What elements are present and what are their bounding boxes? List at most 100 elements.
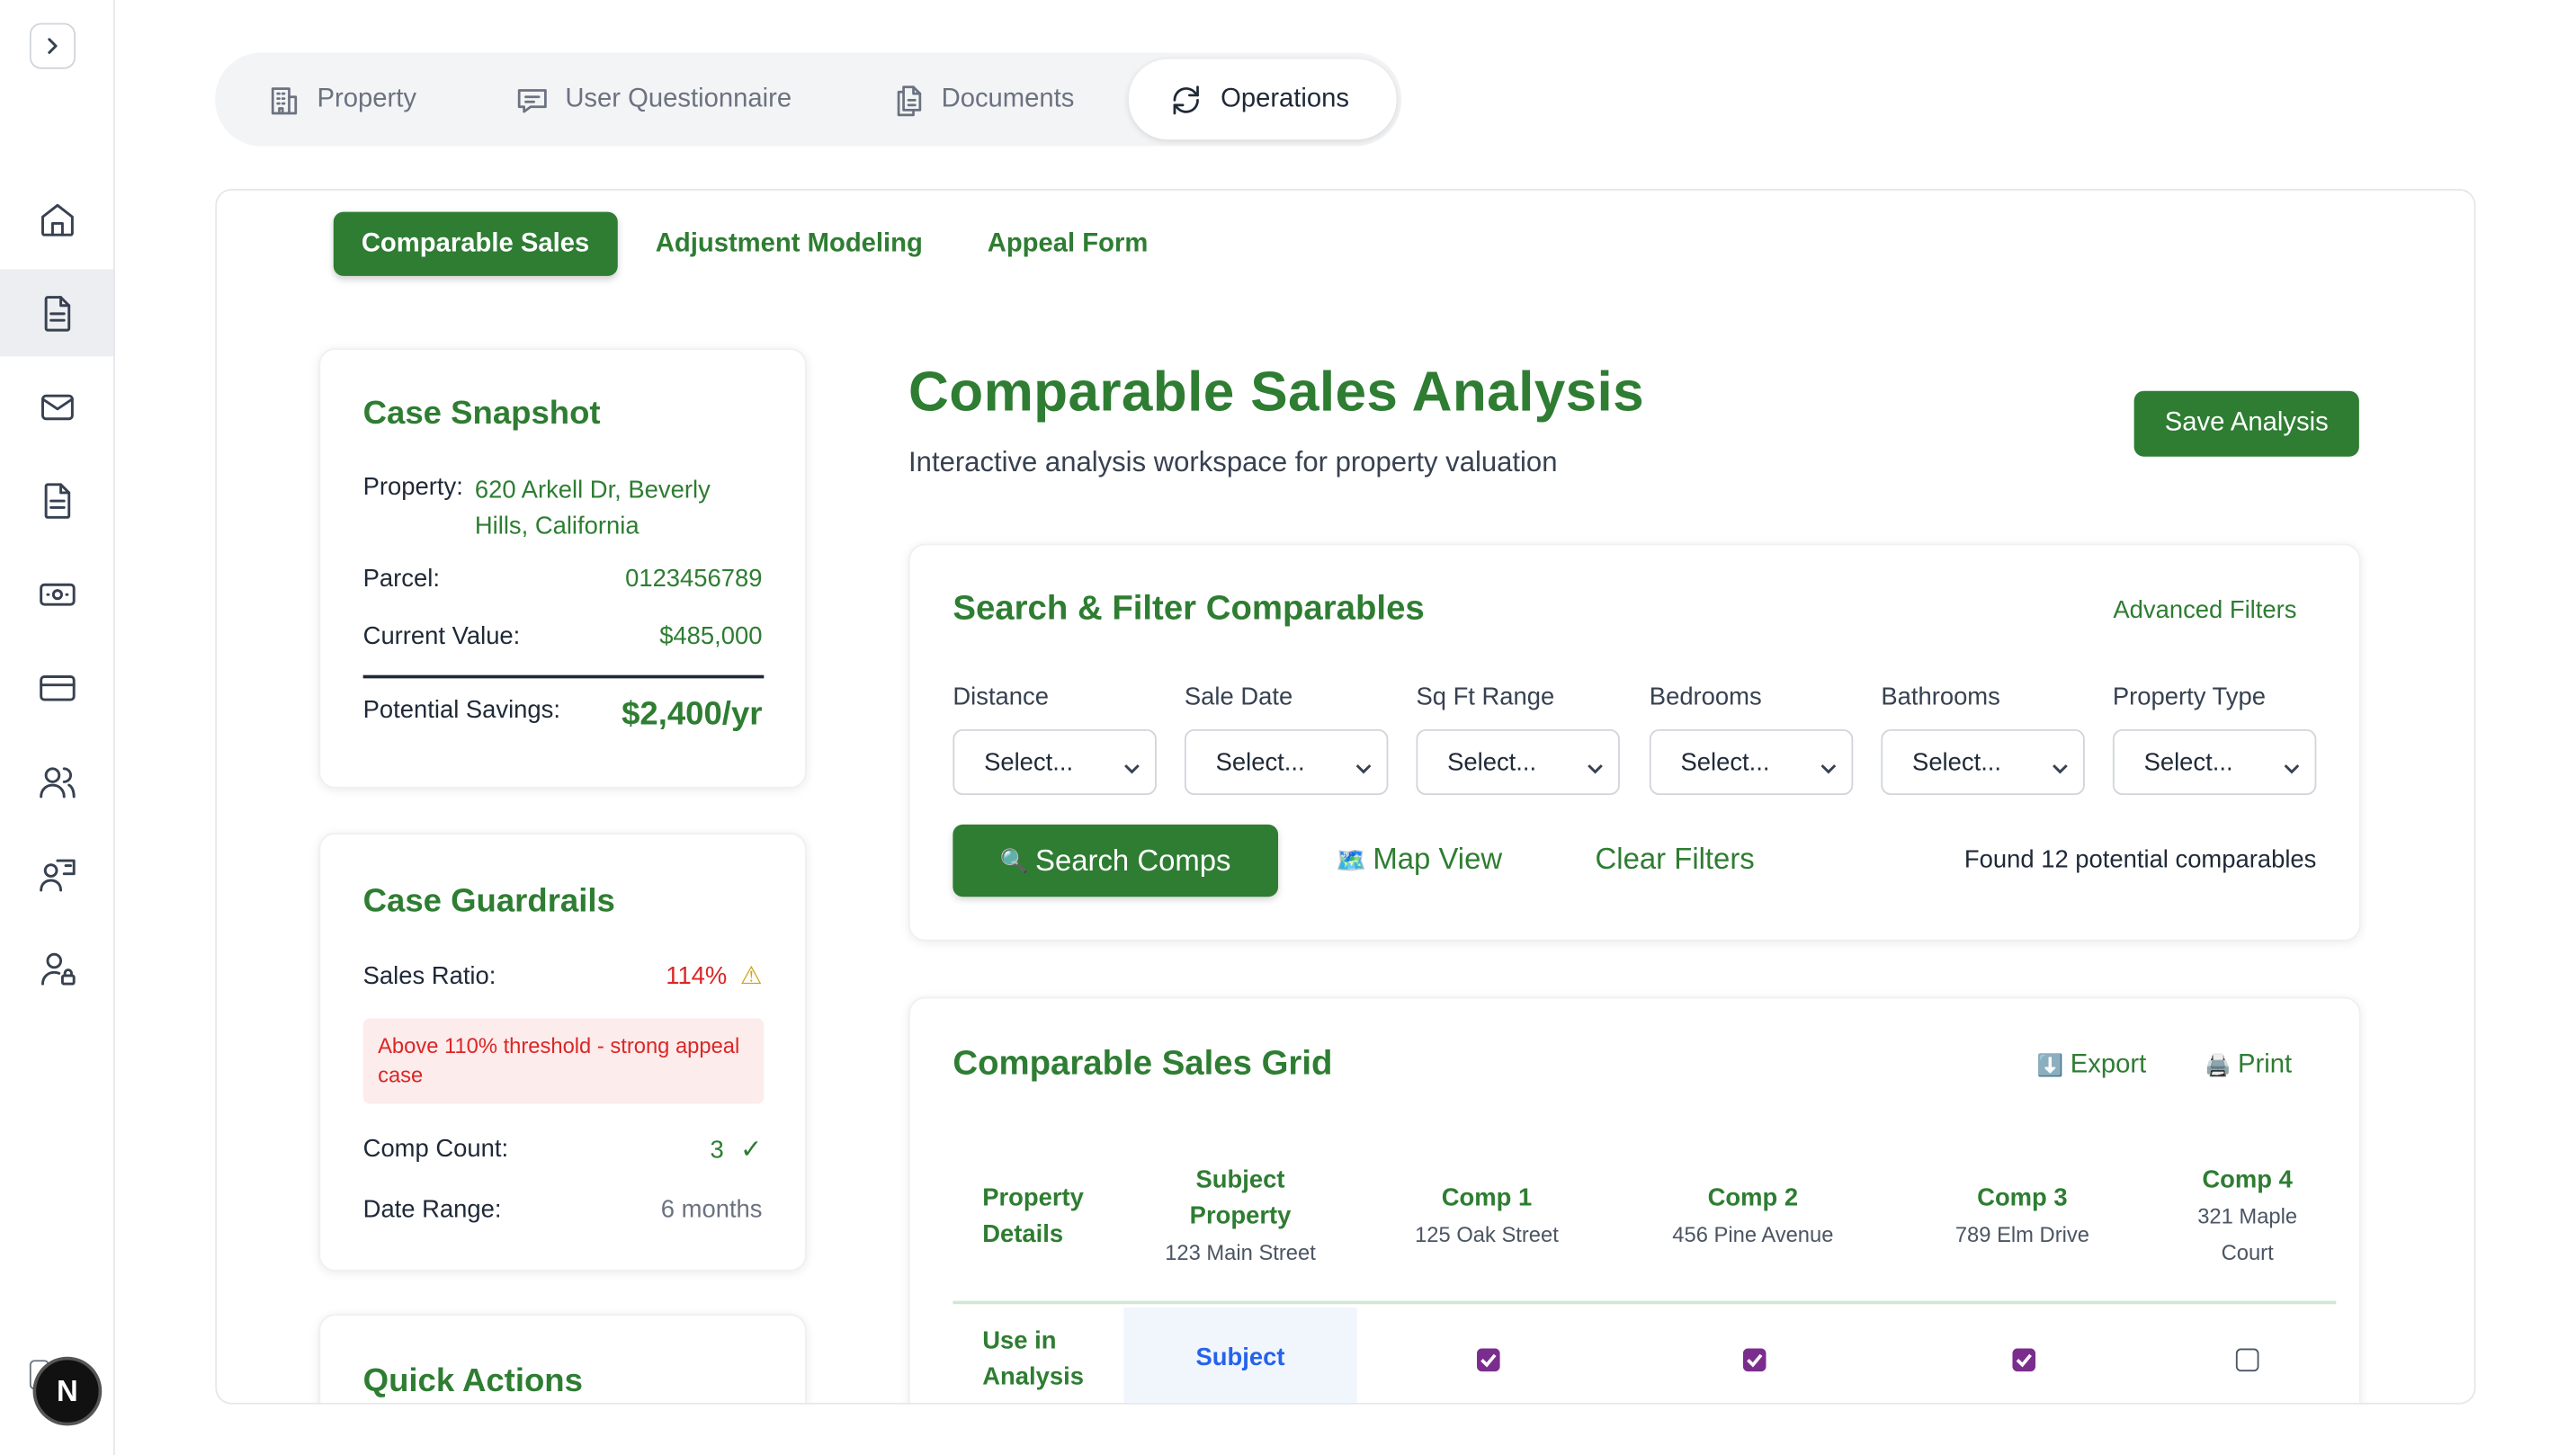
sales-ratio-label: Sales Ratio: [362,962,496,991]
chevron-down-icon [2282,755,2302,783]
column-property-details: Property Details [982,1183,1084,1249]
subtab-comparable-sales-label: Comparable Sales [361,228,590,257]
distance-select[interactable]: Select... [953,728,1157,796]
comp-2-checkbox[interactable] [1742,1348,1767,1372]
column-comp-3-address: 789 Elm Drive [1954,1221,2089,1247]
case-snapshot-panel: Case Snapshot Property: 620 Arkell Dr, B… [318,348,807,789]
sidebar-item-users[interactable] [0,737,113,825]
bathrooms-select[interactable]: Select... [1881,728,2085,796]
sidebar-item-home[interactable] [0,175,113,263]
print-label: Print [2238,1050,2293,1080]
comp-1-checkbox[interactable] [1477,1348,1500,1372]
tab-property[interactable]: Property [245,59,439,139]
sidebar-item-user-lock[interactable] [0,924,113,1012]
building-icon [271,86,298,114]
column-comp-1-title: Comp 1 [1441,1183,1533,1212]
grid-header-divider [953,1300,2337,1305]
tab-documents-label: Documents [941,85,1075,113]
property-type-select[interactable]: Select... [2112,728,2317,796]
comp-3-checkbox[interactable] [2012,1348,2036,1372]
current-value-label: Current Value: [362,622,521,651]
bedrooms-select[interactable]: Select... [1649,728,1854,796]
bathrooms-label: Bathrooms [1881,683,2000,711]
print-icon: 🖨️ [2205,1052,2232,1078]
map-view-button[interactable]: 🗺️ Map View [1336,843,1502,877]
date-range-value: 6 months [660,1195,763,1224]
comp-4-checkbox[interactable] [2235,1348,2259,1372]
column-comp-2-title: Comp 2 [1707,1183,1799,1212]
avatar[interactable]: N [32,1356,103,1426]
sidebar-item-document[interactable] [0,269,114,357]
sales-ratio-value: 114% [666,961,728,990]
property-value: 620 Arkell Dr, Beverly Hills, California [474,476,711,540]
distance-label: Distance [953,683,1049,711]
sidebar-item-file[interactable] [0,457,113,544]
grid-title: Comparable Sales Grid [953,1044,1333,1083]
mail-icon [40,393,73,420]
export-icon: ⬇️ [2036,1052,2064,1078]
user-lock-icon [40,951,75,985]
column-subject-title: Subject Property [1189,1165,1292,1231]
map-view-label: Map View [1373,842,1503,876]
chevron-down-icon [1354,755,1373,783]
card-icon [39,674,75,701]
threshold-alert-text: Above 110% threshold - strong appeal cas… [378,1032,740,1088]
property-type-label: Property Type [2112,683,2266,711]
sqft-range-select[interactable]: Select... [1416,728,1620,796]
check-icon: ✓ [740,1136,763,1165]
search-filter-panel: Search & Filter Comparables Advanced Fil… [908,543,2361,942]
search-comps-button[interactable]: 🔍 Search Comps [953,824,1279,897]
column-comp-4: Comp 4 321 Maple Court [2182,1163,2313,1272]
sale-date-label: Sale Date [1184,683,1293,711]
chevron-right-icon [48,38,58,54]
tab-user-questionnaire[interactable]: User Questionnaire [493,59,815,139]
search-filter-title: Search & Filter Comparables [953,589,1425,628]
chat-icon [517,88,547,112]
clear-filters-button[interactable]: Clear Filters [1596,843,1755,877]
subject-cell: Subject [1123,1307,1357,1403]
date-range-label: Date Range: [362,1195,502,1224]
sidebar: N [0,0,115,1455]
tab-documents[interactable]: Documents [869,59,1097,139]
bedrooms-label: Bedrooms [1649,683,1762,711]
subject-cell-text: Subject [1195,1343,1285,1372]
sidebar-toggle-button[interactable] [29,22,76,69]
advanced-filters-link[interactable]: Advanced Filters [2113,596,2296,624]
sale-date-select[interactable]: Select... [1184,728,1389,796]
export-button[interactable]: ⬇️ Export [2037,1051,2146,1081]
tab-operations-label: Operations [1221,85,1350,113]
sidebar-item-card[interactable] [0,644,113,731]
tab-property-label: Property [317,85,416,113]
column-comp-3: Comp 3 789 Elm Drive [1906,1181,2139,1253]
column-comp-2-address: 456 Pine Avenue [1672,1221,1834,1247]
case-guardrails-title: Case Guardrails [362,883,615,920]
sqft-range-label: Sq Ft Range [1416,683,1555,711]
export-label: Export [2070,1050,2147,1080]
case-snapshot-title: Case Snapshot [362,396,601,433]
print-button[interactable]: 🖨️ Print [2205,1051,2292,1081]
top-tab-bar: Property User Questionnaire Documents Op… [215,52,1402,147]
refresh-icon [1173,85,1199,114]
chevron-down-icon [1122,755,1141,783]
clear-filters-label: Clear Filters [1595,842,1755,876]
tab-operations[interactable]: Operations [1128,58,1397,140]
subtab-adjustment-modeling[interactable]: Adjustment Modeling [628,212,951,276]
presenter-icon [39,858,75,891]
column-comp-4-title: Comp 4 [2202,1165,2293,1194]
sidebar-item-presenter[interactable] [0,831,113,918]
divider [362,674,765,679]
sidebar-item-money[interactable] [0,550,113,638]
quick-actions-panel: Quick Actions [318,1314,807,1403]
distance-select-value: Select... [984,747,1074,777]
subtab-appeal-form[interactable]: Appeal Form [960,212,1176,276]
column-subject-property: Subject Property 123 Main Street [1123,1163,1356,1272]
column-comp-1-address: 125 Oak Street [1415,1221,1559,1247]
subtab-comparable-sales[interactable]: Comparable Sales [333,211,618,276]
sidebar-item-mail[interactable] [0,363,113,451]
current-value: $485,000 [659,622,763,651]
save-analysis-button[interactable]: Save Analysis [2133,390,2359,457]
file-icon [43,482,70,518]
chevron-down-icon [1586,755,1606,783]
savings-value: $2,400/yr [622,696,763,733]
column-comp-4-address: 321 Maple Court [2197,1203,2298,1265]
